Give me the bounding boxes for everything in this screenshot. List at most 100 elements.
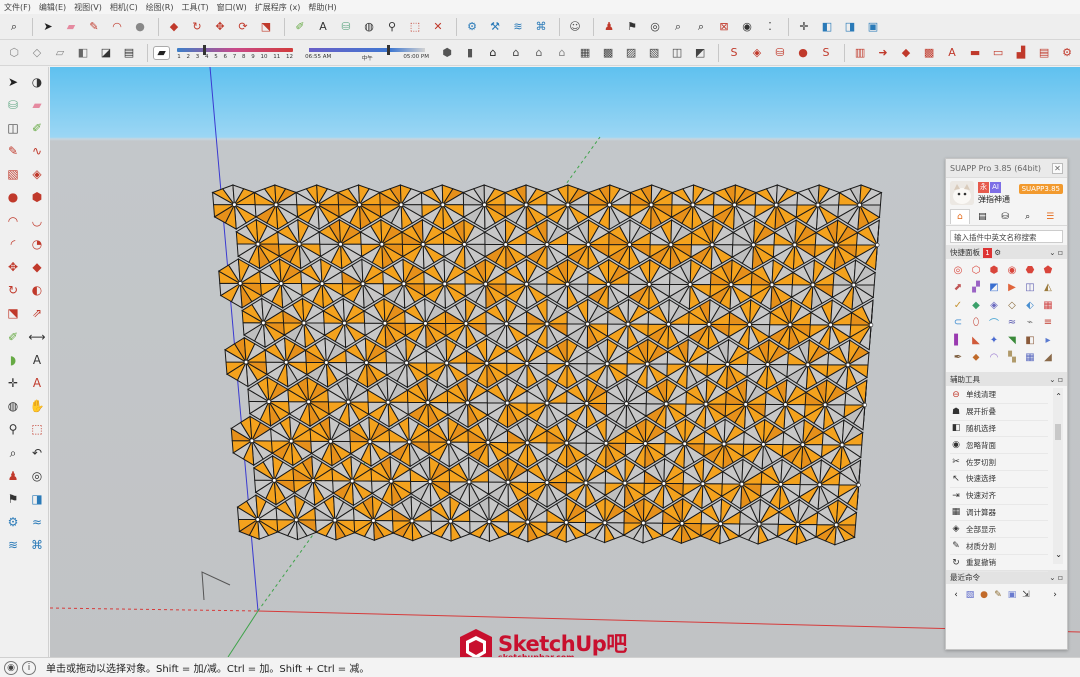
- hidden-line-icon[interactable]: ▮: [460, 43, 480, 63]
- quick-plugin-icon[interactable]: ◥: [1004, 332, 1020, 348]
- helper-item[interactable]: ⇥ 快速对齐: [950, 488, 1048, 505]
- axes-icon[interactable]: ✛: [2, 372, 24, 393]
- geometric-pattern[interactable]: [211, 184, 883, 546]
- red-bucket-icon[interactable]: ⛁: [770, 43, 790, 63]
- menu-item-3[interactable]: 相机(C): [110, 2, 138, 13]
- chevron-down-icon[interactable]: ⌄ ▫: [1049, 248, 1063, 257]
- zoom-extents-icon[interactable]: ⌕: [691, 17, 711, 37]
- quick-plugin-icon[interactable]: ▌: [950, 332, 966, 348]
- protractor-icon[interactable]: ◗: [2, 349, 24, 370]
- quick-plugin-icon[interactable]: ⬟: [1040, 262, 1056, 278]
- menu-item-7[interactable]: 扩展程序 (x): [255, 2, 301, 13]
- walk-icon[interactable]: ⚑: [2, 488, 24, 509]
- rectangle-icon[interactable]: ▧: [2, 164, 24, 185]
- quick-plugin-icon[interactable]: ▦: [1022, 350, 1038, 366]
- pattern-icon[interactable]: ▧: [964, 589, 976, 601]
- zoom-icon[interactable]: ⚲: [2, 419, 24, 440]
- red-arrow-icon[interactable]: ➜: [873, 43, 893, 63]
- top-view-icon[interactable]: ◇: [27, 43, 47, 63]
- quick-plugin-icon[interactable]: ✒: [950, 350, 966, 366]
- circle-icon[interactable]: ●: [2, 187, 24, 208]
- quick-plugin-icon[interactable]: ▦: [1040, 297, 1056, 313]
- cross-section-icon[interactable]: ⚒: [485, 17, 505, 37]
- move-icon[interactable]: ✥: [2, 257, 24, 278]
- zoom-window-icon[interactable]: ⬚: [26, 419, 48, 440]
- wireframe-icon[interactable]: ▣: [863, 17, 883, 37]
- push-pull-icon[interactable]: ◆: [26, 257, 48, 278]
- three-point-arc-icon[interactable]: ◜: [2, 233, 24, 254]
- footprint-icon[interactable]: ⊠: [714, 17, 734, 37]
- right-view-icon[interactable]: ◧: [73, 43, 93, 63]
- arrow-left-icon[interactable]: ‹: [950, 589, 962, 601]
- house-outline-icon[interactable]: ⌂: [529, 43, 549, 63]
- tape-measure-icon[interactable]: ✐: [26, 117, 48, 138]
- helper-scrollbar[interactable]: [1053, 388, 1063, 564]
- dimension-icon[interactable]: ⟷: [26, 326, 48, 347]
- quick-plugin-icon[interactable]: ◭: [1040, 280, 1056, 296]
- pencil-icon[interactable]: ✎: [84, 17, 104, 37]
- avatar[interactable]: [950, 181, 974, 205]
- quick-plugin-icon[interactable]: ◧: [1022, 332, 1038, 348]
- quick-plugin-icon[interactable]: ≡: [1040, 315, 1056, 331]
- shadow-month-slider[interactable]: 1 2 3 4 5 6 7 8 9 10 11 12: [173, 42, 297, 64]
- quick-plugin-icon[interactable]: ▶: [1004, 280, 1020, 296]
- eraser-icon[interactable]: ▰: [26, 94, 48, 115]
- helper-item[interactable]: ↖ 快速选择: [950, 471, 1048, 488]
- scale-icon[interactable]: ⬔: [256, 17, 276, 37]
- text-icon[interactable]: A: [26, 349, 48, 370]
- wire-style-icon[interactable]: ▧: [644, 43, 664, 63]
- gear-icon[interactable]: ⚙: [994, 248, 1001, 257]
- list-tab-icon[interactable]: ▤: [973, 209, 993, 224]
- quick-plugin-icon[interactable]: ◉: [1004, 262, 1020, 278]
- warehouse-icon[interactable]: ▥: [850, 43, 870, 63]
- bed-icon[interactable]: ▬: [965, 43, 985, 63]
- home-tab-icon[interactable]: ⌂: [950, 209, 970, 224]
- rotate-red-icon[interactable]: ⟳: [233, 17, 253, 37]
- user-icon[interactable]: ☺: [565, 17, 585, 37]
- paint-bucket-icon[interactable]: ⛁: [2, 94, 24, 115]
- shaded-texture-icon[interactable]: ▩: [598, 43, 618, 63]
- house-front-icon[interactable]: ⌂: [552, 43, 572, 63]
- quick-plugin-icon[interactable]: ▸: [1040, 332, 1056, 348]
- chart-icon[interactable]: ▤: [1034, 43, 1054, 63]
- menu-tab-icon[interactable]: ☰: [1040, 209, 1060, 224]
- orbit-icon[interactable]: ◍: [2, 396, 24, 417]
- quick-plugin-icon[interactable]: ◈: [986, 297, 1002, 313]
- menu-item-8[interactable]: 帮助(H): [308, 2, 336, 13]
- group-icon[interactable]: ◩: [690, 43, 710, 63]
- rotated-rectangle-icon[interactable]: ◈: [26, 164, 48, 185]
- section-plane-icon[interactable]: ◨: [26, 488, 48, 509]
- position-camera-icon[interactable]: ♟: [2, 465, 24, 486]
- look-around-icon[interactable]: ◎: [26, 465, 48, 486]
- eye-icon[interactable]: ◉: [737, 17, 757, 37]
- previous-view-icon[interactable]: ↶: [26, 442, 48, 463]
- red-tool-icon[interactable]: ◈: [747, 43, 767, 63]
- suapp-panel[interactable]: SUAPP Pro 3.85 (64bit) ✕ 永 AI 弹指神通 SUAPP3…: [945, 158, 1068, 650]
- quick-plugin-icon[interactable]: ✦: [986, 332, 1002, 348]
- quick-plugin-icon[interactable]: ◠: [986, 350, 1002, 366]
- text-label-icon[interactable]: A: [313, 17, 333, 37]
- helper-header[interactable]: 辅助工具 ⌄ ▫: [946, 372, 1067, 386]
- smoove-icon[interactable]: ≋: [2, 535, 24, 556]
- iso-view-icon[interactable]: ⬡: [4, 43, 24, 63]
- quick-plugin-icon[interactable]: ⬡: [968, 262, 984, 278]
- front-view-icon[interactable]: ▱: [50, 43, 70, 63]
- footsteps-icon[interactable]: ⁚: [760, 17, 780, 37]
- sandbox-icon[interactable]: ⚙: [2, 512, 24, 533]
- quick-plugin-icon[interactable]: ▚: [1004, 350, 1020, 366]
- sphere-icon[interactable]: ●: [978, 589, 990, 601]
- back-view-icon[interactable]: ◪: [96, 43, 116, 63]
- menu-item-4[interactable]: 绘图(R): [146, 2, 174, 13]
- orbit-icon[interactable]: ◍: [359, 17, 379, 37]
- monochrome-icon[interactable]: ▨: [621, 43, 641, 63]
- gear-component-icon[interactable]: ⚙: [462, 17, 482, 37]
- pan-icon[interactable]: ✋: [26, 396, 48, 417]
- search-tab-icon[interactable]: ⌕: [1018, 209, 1038, 224]
- zoom-window-icon[interactable]: ⬚: [405, 17, 425, 37]
- sandbox-contour-icon[interactable]: ≈: [26, 512, 48, 533]
- back-edges-icon[interactable]: ◨: [840, 17, 860, 37]
- bucket-tab-icon[interactable]: ⛁: [995, 209, 1015, 224]
- rotate-icon[interactable]: ↻: [2, 280, 24, 301]
- rotate-icon[interactable]: ↻: [187, 17, 207, 37]
- eraser-round-icon[interactable]: ◑: [26, 71, 48, 92]
